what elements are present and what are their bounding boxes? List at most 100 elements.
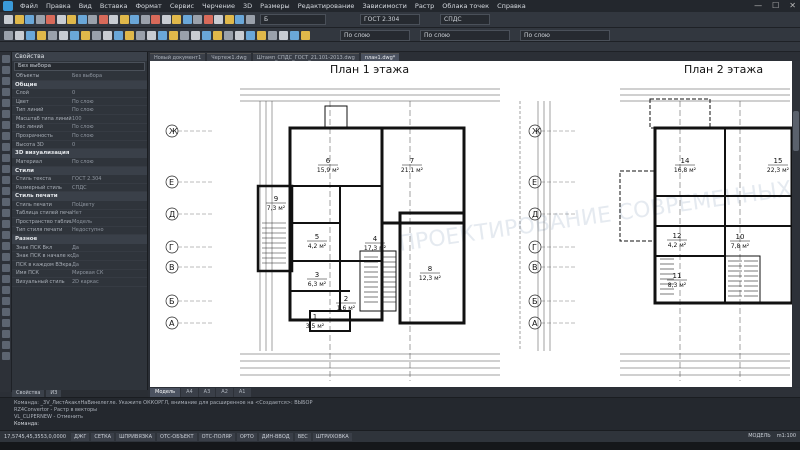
toolbar-tool-icon[interactable] (213, 31, 222, 40)
property-row[interactable]: Слой 0 (12, 89, 147, 98)
draw-tool-icon[interactable] (2, 242, 10, 250)
model-space-indicator[interactable]: МОДЕЛЬ (748, 433, 771, 439)
property-row[interactable]: Стиль печати ПоЦвету (12, 201, 147, 210)
property-row[interactable]: Тип линий По слою (12, 106, 147, 115)
command-prompt[interactable]: Команда: (14, 421, 786, 428)
color-combo[interactable]: По слою (340, 30, 410, 41)
document-tab[interactable]: план1.dwg* (360, 53, 400, 61)
text-style-combo[interactable]: ГОСТ 2.304 (360, 14, 420, 25)
toolbar-tool-icon[interactable] (169, 31, 178, 40)
toolbar-tool-icon[interactable] (246, 31, 255, 40)
menu-item[interactable]: Растр (411, 2, 438, 10)
toolbar-tool-icon[interactable] (114, 31, 123, 40)
toolbar-tool-icon[interactable] (48, 31, 57, 40)
draw-tool-icon[interactable] (2, 220, 10, 228)
property-value[interactable]: Без выбора (72, 73, 147, 79)
draw-tool-icon[interactable] (2, 198, 10, 206)
toolbar-tool-icon[interactable] (235, 31, 244, 40)
toolbar-tool-icon[interactable] (158, 31, 167, 40)
toolbar-tool-icon[interactable] (26, 31, 35, 40)
toolbar-tool-icon[interactable] (119, 15, 129, 24)
snap-toggle[interactable]: ОТС-ПОЛЯР (198, 432, 235, 441)
draw-tool-icon[interactable] (2, 154, 10, 162)
toolbar-tool-icon[interactable] (56, 15, 66, 24)
property-row[interactable]: Пространство таблицы ст.Модель (12, 218, 147, 227)
draw-tool-icon[interactable] (2, 88, 10, 96)
draw-tool-icon[interactable] (2, 352, 10, 360)
property-value[interactable]: Да (72, 253, 147, 259)
toolbar-tool-icon[interactable] (4, 31, 13, 40)
toolbar-tool-icon[interactable] (224, 31, 233, 40)
layout-tab[interactable]: Модель (150, 388, 181, 397)
toolbar-tool-icon[interactable] (147, 31, 156, 40)
toolbar-tool-icon[interactable] (59, 31, 68, 40)
toolbar-tool-icon[interactable] (70, 31, 79, 40)
draw-tool-icon[interactable] (2, 176, 10, 184)
draw-tool-icon[interactable] (2, 121, 10, 129)
layer-combo[interactable]: Б (260, 14, 326, 25)
toolbar-tool-icon[interactable] (136, 31, 145, 40)
toolbar-tool-icon[interactable] (257, 31, 266, 40)
property-row[interactable]: Объекты Без выбора (12, 72, 147, 81)
toolbar-tool-icon[interactable] (151, 15, 160, 24)
properties-section[interactable]: Стиль печати (12, 192, 147, 201)
maximize-icon[interactable]: ☐ (772, 1, 779, 10)
menu-item[interactable]: Размеры (256, 2, 294, 10)
property-value[interactable]: По слою (72, 133, 147, 139)
property-row[interactable]: ПСК в каждом ВЭкране Да (12, 261, 147, 270)
properties-section[interactable]: Общие (12, 80, 147, 90)
menu-item[interactable]: Формат (131, 2, 165, 10)
property-value[interactable]: Да (72, 245, 147, 251)
snap-toggle[interactable]: СЕТКА (91, 432, 115, 441)
drawing-canvas[interactable]: ПРОЕКТИРОВАНИЕ СОВРЕМЕННЫХ ЗДАНИЙ План 1… (150, 61, 792, 387)
menu-item[interactable]: Зависимости (358, 2, 410, 10)
property-row[interactable]: Тип стиля печати Недоступно (12, 227, 147, 236)
toolbar-tool-icon[interactable] (191, 31, 200, 40)
toolbar-tool-icon[interactable] (182, 15, 192, 24)
property-row[interactable]: Высота 3D 0 (12, 141, 147, 150)
menu-item[interactable]: Вставка (96, 2, 132, 10)
layout-tab[interactable]: А4 (181, 388, 198, 397)
layout-tab[interactable]: А3 (198, 388, 216, 397)
toolbar-tool-icon[interactable] (180, 31, 189, 40)
property-row[interactable]: Имя ПСК Мировая СК (12, 270, 147, 279)
property-value[interactable]: 2D каркас (72, 279, 147, 285)
close-icon[interactable]: ✕ (789, 1, 796, 10)
menu-item[interactable]: 3D (239, 2, 256, 10)
property-value[interactable]: Мировая СК (72, 270, 147, 276)
property-value[interactable]: По слою (72, 124, 147, 130)
snap-toggle[interactable]: ВЕС (294, 432, 311, 441)
toolbar-tool-icon[interactable] (279, 31, 288, 40)
property-row[interactable]: Размерный стиль СПДС (12, 184, 147, 193)
layout-tab[interactable]: А2 (216, 388, 233, 397)
draw-tool-icon[interactable] (2, 308, 10, 316)
property-value[interactable]: По слою (72, 99, 147, 105)
properties-section[interactable]: Разное (12, 235, 147, 244)
property-value[interactable]: По слою (72, 107, 147, 113)
toolbar-tool-icon[interactable] (46, 15, 55, 24)
toolbar-tool-icon[interactable] (130, 15, 139, 24)
toolbar-tool-icon[interactable] (140, 15, 150, 24)
snap-toggle[interactable]: ШПРИВЯЗКА (116, 432, 156, 441)
menu-item[interactable]: Вид (75, 2, 96, 10)
menu-item[interactable]: Файл (16, 2, 42, 10)
layout-tab[interactable]: А1 (233, 388, 251, 397)
properties-section[interactable]: 3D визуализация (12, 149, 147, 158)
document-tab[interactable]: Штамп_СПДС_ГОСТ_21.101-2013.dwg (252, 53, 359, 61)
menu-item[interactable]: Облака точек (438, 2, 493, 10)
property-row[interactable]: Визуальный стиль 2D каркас (12, 278, 147, 287)
toolbar-tool-icon[interactable] (14, 15, 24, 24)
draw-tool-icon[interactable] (2, 77, 10, 85)
property-value[interactable]: По слою (72, 159, 147, 165)
minimize-icon[interactable]: — (754, 1, 762, 10)
property-value[interactable]: СПДС (72, 185, 147, 191)
property-value[interactable]: 0 (72, 142, 147, 148)
toolbar-tool-icon[interactable] (245, 15, 255, 24)
draw-tool-icon[interactable] (2, 165, 10, 173)
menu-item[interactable]: Редактирование (294, 2, 359, 10)
scroll-thumb[interactable] (793, 111, 799, 151)
property-row[interactable]: Вес линий По слою (12, 124, 147, 133)
property-row[interactable]: Материал По слою (12, 158, 147, 167)
property-row[interactable]: Цвет По слою (12, 98, 147, 107)
menu-item[interactable]: Справка (493, 2, 530, 10)
